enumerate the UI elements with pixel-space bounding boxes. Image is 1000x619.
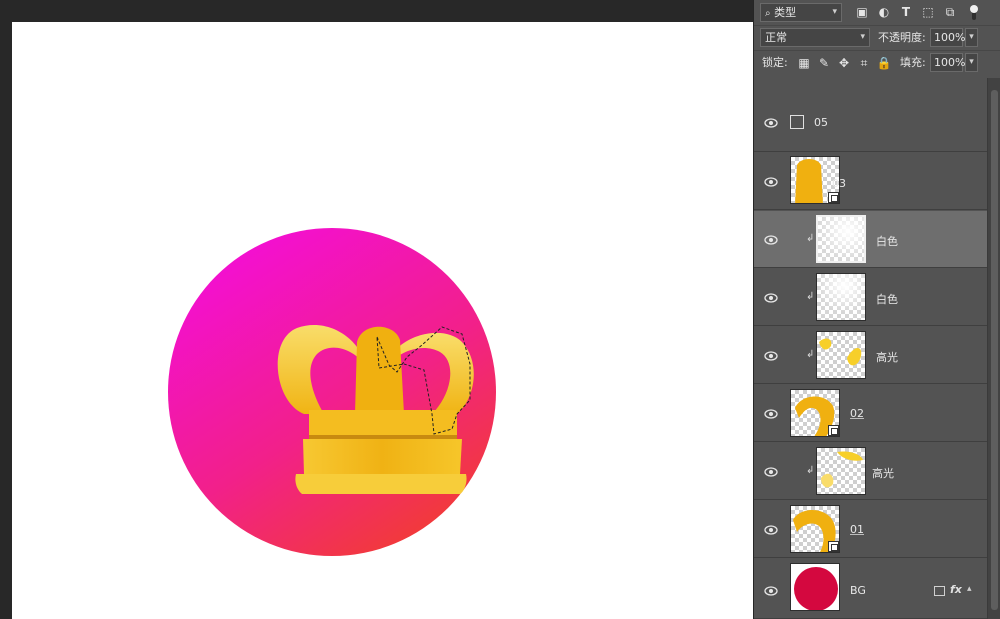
opacity-slider-toggle[interactable]: ▾ — [965, 28, 978, 47]
search-icon: ⌕ — [765, 8, 771, 19]
lock-options-bar: 锁定: ▦ ✎ ✥ ⌗ 🔒 填充: 100% ▾ — [754, 50, 1000, 74]
layers-list[interactable]: 05 03 ↲ 白色 ↲ 白色 ↲ 高光 02 ↲ 高光 01 BG fx ▴ — [754, 78, 987, 619]
visibility-eye-icon[interactable] — [764, 235, 778, 245]
lock-transparent-icon[interactable]: ▦ — [796, 55, 812, 71]
opacity-field[interactable]: 100% — [930, 28, 965, 47]
canvas-area[interactable] — [0, 0, 753, 619]
layer-thumbnail — [790, 389, 840, 437]
layer-row[interactable]: 01 — [754, 501, 987, 558]
layer-thumbnail — [816, 447, 866, 495]
layer-effects-link-icon — [934, 586, 945, 596]
layer-name: 01 — [850, 523, 864, 536]
artboard-icon — [790, 115, 804, 129]
layer-row[interactable]: ↲ 白色 — [754, 269, 987, 326]
image-filter-icon[interactable]: ▣ — [854, 4, 870, 20]
layer-name: BG — [850, 584, 866, 597]
layer-row[interactable]: 02 — [754, 385, 987, 442]
chevron-down-icon: ▾ — [832, 7, 837, 17]
layer-thumbnail — [790, 505, 840, 553]
visibility-eye-icon[interactable] — [764, 525, 778, 535]
document-canvas[interactable] — [12, 22, 753, 619]
opacity-label: 不透明度: — [878, 31, 926, 44]
filter-toggle-icon[interactable] — [969, 4, 979, 20]
chevron-down-icon: ▾ — [860, 32, 865, 42]
lock-label: 锁定: — [762, 56, 788, 69]
smart-object-badge-icon — [828, 192, 839, 203]
chevron-up-icon[interactable]: ▴ — [967, 584, 972, 594]
layer-row[interactable]: ↲ 高光 — [754, 327, 987, 384]
layer-name: 白色 — [876, 235, 898, 248]
layer-row-selected[interactable]: ↲ 白色 — [754, 211, 987, 268]
blend-mode-label: 正常 — [765, 31, 787, 44]
filter-kind-dropdown[interactable]: ⌕ 类型 ▾ — [760, 3, 842, 22]
fill-slider-toggle[interactable]: ▾ — [965, 53, 978, 72]
layer-thumbnail — [816, 331, 866, 379]
layer-row[interactable]: 05 — [754, 94, 987, 152]
visibility-eye-icon[interactable] — [764, 351, 778, 361]
lock-image-icon[interactable]: ✎ — [816, 55, 832, 71]
photoshop-window: ⌕ 类型 ▾ ▣ ◐ T ⬚ ⧉ 正常 ▾ 不透明度: 100% ▾ 锁定: ▦… — [0, 0, 1000, 619]
crown-center-arm — [355, 326, 404, 414]
visibility-eye-icon[interactable] — [764, 467, 778, 477]
type-filter-icon[interactable]: T — [898, 4, 914, 20]
lock-position-icon[interactable]: ✥ — [836, 55, 852, 71]
crown-artwork[interactable] — [12, 22, 753, 619]
layers-panel: ⌕ 类型 ▾ ▣ ◐ T ⬚ ⧉ 正常 ▾ 不透明度: 100% ▾ 锁定: ▦… — [753, 0, 1000, 619]
clipping-mask-arrow-icon: ↲ — [806, 349, 815, 360]
visibility-eye-icon[interactable] — [764, 118, 778, 128]
clipping-mask-arrow-icon: ↲ — [806, 291, 815, 302]
lock-all-icon[interactable]: 🔒 — [876, 55, 892, 71]
layer-name: 05 — [814, 116, 828, 129]
smart-object-filter-icon[interactable]: ⧉ — [942, 4, 958, 20]
filter-kind-label: 类型 — [774, 6, 797, 19]
crown-lower-band — [303, 439, 462, 474]
layer-row[interactable]: 03 — [754, 153, 987, 210]
layer-name: 高光 — [876, 351, 898, 364]
visibility-eye-icon[interactable] — [764, 293, 778, 303]
shape-filter-icon[interactable]: ⬚ — [920, 4, 936, 20]
clipping-mask-arrow-icon: ↲ — [806, 465, 815, 476]
fill-label: 填充: — [900, 56, 926, 69]
layer-name: 白色 — [876, 293, 898, 306]
smart-object-badge-icon — [828, 541, 839, 552]
layer-name: 高光 — [872, 467, 894, 480]
visibility-eye-icon[interactable] — [764, 586, 778, 596]
adjustment-filter-icon[interactable]: ◐ — [876, 4, 892, 20]
clipping-mask-arrow-icon: ↲ — [806, 233, 815, 244]
layer-row[interactable]: BG fx ▴ — [754, 559, 987, 619]
layer-name: 03 — [832, 177, 846, 190]
visibility-eye-icon[interactable] — [764, 177, 778, 187]
blend-options-bar: 正常 ▾ 不透明度: 100% ▾ — [754, 25, 1000, 49]
fx-icon[interactable]: fx — [950, 583, 962, 596]
layer-row[interactable]: ↲ 高光 — [754, 443, 987, 500]
layer-thumbnail — [816, 273, 866, 321]
scrollbar-thumb[interactable] — [991, 90, 998, 610]
layer-thumbnail — [816, 215, 866, 263]
blend-mode-dropdown[interactable]: 正常 ▾ — [760, 28, 870, 47]
crown-band-line — [309, 435, 457, 439]
layer-thumbnail — [790, 563, 840, 611]
lock-artboard-icon[interactable]: ⌗ — [856, 55, 872, 71]
fill-field[interactable]: 100% — [930, 53, 965, 72]
layer-filter-bar: ⌕ 类型 ▾ ▣ ◐ T ⬚ ⧉ — [754, 0, 1000, 24]
smart-object-badge-icon — [828, 425, 839, 436]
layers-scrollbar[interactable] — [987, 78, 1000, 619]
visibility-eye-icon[interactable] — [764, 409, 778, 419]
crown-base-rim — [295, 474, 467, 494]
layer-name: 02 — [850, 407, 864, 420]
